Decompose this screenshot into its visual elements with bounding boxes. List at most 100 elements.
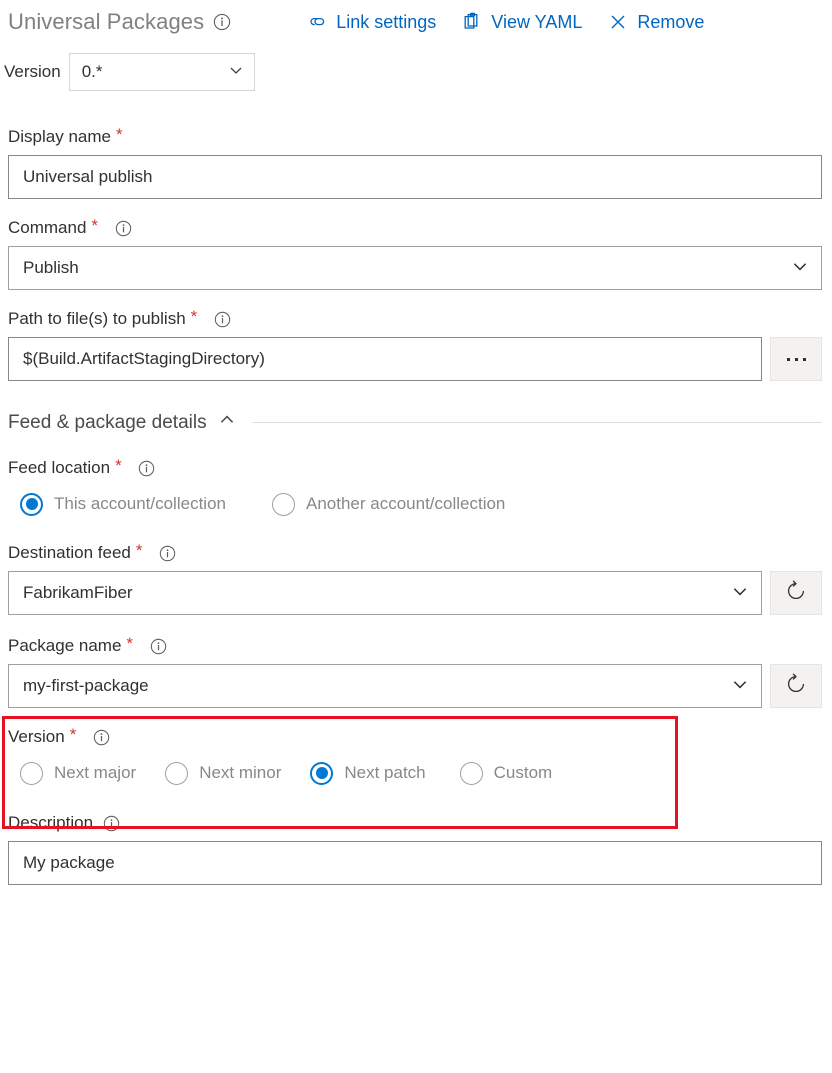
chevron-down-icon bbox=[228, 62, 244, 83]
package-name-dropdown[interactable]: my-first-package bbox=[8, 664, 762, 708]
field-destination-feed: Destination feed * FabrikamFiber bbox=[8, 543, 822, 615]
radio-next-patch[interactable]: Next patch bbox=[310, 755, 425, 791]
required-asterisk: * bbox=[70, 729, 77, 741]
field-package-version: Version * Next major Next mino bbox=[8, 724, 822, 791]
package-version-radio-group: Next major Next minor Next patch Custom bbox=[8, 755, 822, 791]
command-label: Command bbox=[8, 218, 86, 238]
required-asterisk: * bbox=[191, 311, 198, 323]
feed-location-label: Feed location bbox=[8, 458, 110, 478]
radio-mark bbox=[460, 762, 483, 785]
radio-label: Next minor bbox=[199, 763, 281, 783]
description-label-row: Description bbox=[8, 813, 822, 833]
field-feed-location: Feed location * This account/collection … bbox=[8, 458, 822, 522]
refresh-icon bbox=[784, 672, 808, 701]
radio-mark bbox=[20, 493, 43, 516]
task-header: Universal Packages Link settings bbox=[0, 0, 832, 40]
radio-mark bbox=[20, 762, 43, 785]
display-name-label: Display name bbox=[8, 127, 111, 147]
browse-path-button[interactable] bbox=[770, 337, 822, 381]
command-label-row: Command * bbox=[8, 218, 822, 238]
link-settings-label: Link settings bbox=[336, 12, 436, 33]
required-asterisk: * bbox=[136, 545, 143, 557]
task-version-value: 0.* bbox=[82, 62, 228, 82]
destination-feed-dropdown[interactable]: FabrikamFiber bbox=[8, 571, 762, 615]
info-icon[interactable] bbox=[149, 637, 167, 655]
section-title: Feed & package details bbox=[8, 412, 207, 434]
remove-button[interactable]: Remove bbox=[608, 12, 704, 33]
info-icon[interactable] bbox=[102, 814, 120, 832]
clipboard-icon bbox=[462, 12, 482, 32]
description-input[interactable]: My package bbox=[8, 841, 822, 885]
task-version-label: Version bbox=[4, 62, 61, 82]
path-input[interactable]: $(Build.ArtifactStagingDirectory) bbox=[8, 337, 762, 381]
feed-package-details-section-header[interactable]: Feed & package details bbox=[8, 411, 822, 434]
refresh-icon bbox=[784, 579, 808, 608]
required-asterisk: * bbox=[126, 638, 133, 650]
chevron-down-icon bbox=[791, 257, 809, 280]
package-name-label-row: Package name * bbox=[8, 636, 822, 656]
chevron-up-icon bbox=[218, 411, 236, 434]
display-name-label-row: Display name * bbox=[8, 127, 822, 147]
refresh-destination-feed-button[interactable] bbox=[770, 571, 822, 615]
link-icon bbox=[307, 12, 327, 32]
package-version-label-row: Version * bbox=[8, 727, 822, 747]
radio-this-account-collection[interactable]: This account/collection bbox=[20, 486, 226, 522]
radio-another-account-collection[interactable]: Another account/collection bbox=[272, 486, 505, 522]
path-input-row: $(Build.ArtifactStagingDirectory) bbox=[8, 337, 822, 381]
info-icon[interactable] bbox=[138, 459, 156, 477]
required-asterisk: * bbox=[115, 460, 122, 472]
radio-next-major[interactable]: Next major bbox=[20, 755, 136, 791]
link-settings-button[interactable]: Link settings bbox=[307, 12, 436, 33]
package-version-inner: Version * Next major Next mino bbox=[8, 724, 822, 791]
chevron-down-icon bbox=[731, 582, 749, 605]
command-input-row: Publish bbox=[8, 246, 822, 290]
package-name-input-row: my-first-package bbox=[8, 664, 822, 708]
radio-label: This account/collection bbox=[54, 494, 226, 514]
header-actions: Link settings View YAML Remove bbox=[307, 12, 704, 33]
view-yaml-button[interactable]: View YAML bbox=[462, 12, 582, 33]
radio-next-minor[interactable]: Next minor bbox=[165, 755, 281, 791]
field-command: Command * Publish bbox=[8, 218, 822, 290]
section-divider bbox=[252, 422, 822, 423]
radio-label: Another account/collection bbox=[306, 494, 505, 514]
package-version-label: Version bbox=[8, 727, 65, 747]
info-icon[interactable] bbox=[159, 544, 177, 562]
page-title: Universal Packages bbox=[8, 9, 204, 35]
description-label: Description bbox=[8, 813, 93, 833]
destination-feed-value: FabrikamFiber bbox=[23, 583, 731, 603]
field-display-name: Display name * Universal publish bbox=[8, 127, 822, 199]
command-dropdown[interactable]: Publish bbox=[8, 246, 822, 290]
package-name-label: Package name bbox=[8, 636, 121, 656]
refresh-package-name-button[interactable] bbox=[770, 664, 822, 708]
task-version-row: Version 0.* bbox=[4, 53, 832, 91]
radio-label: Next patch bbox=[344, 763, 425, 783]
required-asterisk: * bbox=[116, 129, 123, 141]
display-name-input-row: Universal publish bbox=[8, 155, 822, 199]
radio-label: Custom bbox=[494, 763, 553, 783]
destination-feed-label-row: Destination feed * bbox=[8, 543, 822, 563]
remove-label: Remove bbox=[637, 12, 704, 33]
radio-custom[interactable]: Custom bbox=[460, 755, 553, 791]
view-yaml-label: View YAML bbox=[491, 12, 582, 33]
feed-location-label-row: Feed location * bbox=[8, 458, 822, 478]
field-path-to-publish: Path to file(s) to publish * $(Build.Art… bbox=[8, 309, 822, 381]
radio-mark bbox=[272, 493, 295, 516]
field-package-name: Package name * my-first-package bbox=[8, 636, 822, 708]
ellipsis-icon bbox=[787, 358, 806, 361]
display-name-input[interactable]: Universal publish bbox=[8, 155, 822, 199]
path-label: Path to file(s) to publish bbox=[8, 309, 186, 329]
info-icon[interactable] bbox=[213, 310, 231, 328]
radio-mark bbox=[310, 762, 333, 785]
description-input-row: My package bbox=[8, 841, 822, 885]
task-version-dropdown[interactable]: 0.* bbox=[69, 53, 255, 91]
required-asterisk: * bbox=[91, 220, 98, 232]
destination-feed-label: Destination feed bbox=[8, 543, 131, 563]
info-icon[interactable] bbox=[114, 219, 132, 237]
radio-label: Next major bbox=[54, 763, 136, 783]
info-icon[interactable] bbox=[92, 728, 110, 746]
path-label-row: Path to file(s) to publish * bbox=[8, 309, 822, 329]
info-icon[interactable] bbox=[213, 13, 231, 31]
command-value: Publish bbox=[23, 258, 791, 278]
task-form: Display name * Universal publish Command… bbox=[0, 127, 832, 885]
field-description: Description My package bbox=[8, 813, 822, 885]
